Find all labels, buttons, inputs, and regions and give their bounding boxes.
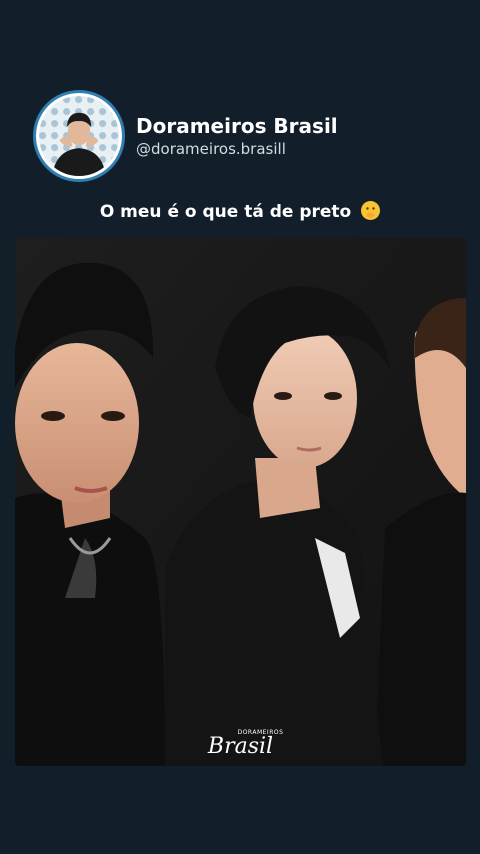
face-with-hand-over-mouth-icon	[361, 201, 381, 220]
post-photo[interactable]: DORAMEIROS Brasil	[15, 238, 466, 766]
post-caption: O meu é o que tá de preto	[0, 201, 480, 222]
caption-text: O meu é o que tá de preto	[99, 202, 352, 222]
post-header: Dorameiros Brasil @dorameiros.brasill	[36, 93, 338, 179]
author-handle[interactable]: @dorameiros.brasill	[136, 139, 338, 159]
emoji-glyph	[366, 207, 375, 218]
author-avatar[interactable]	[36, 93, 122, 179]
author-display-name[interactable]: Dorameiros Brasil	[136, 113, 338, 139]
avatar-person-figure	[52, 112, 106, 176]
photo-illustration	[15, 238, 466, 766]
photo-watermark: DORAMEIROS Brasil	[15, 729, 466, 758]
watermark-script-text: Brasil	[207, 734, 274, 759]
author-identity: Dorameiros Brasil @dorameiros.brasill	[136, 113, 338, 159]
